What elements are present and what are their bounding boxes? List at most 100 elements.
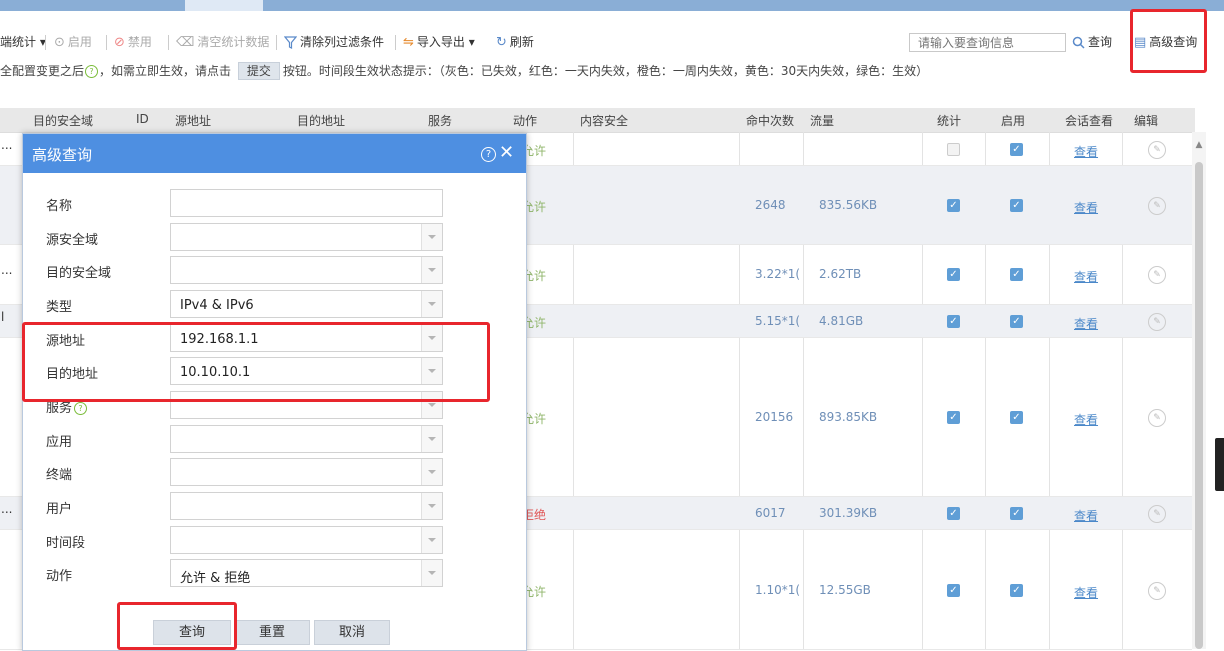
edit-icon[interactable]: ✎ (1148, 266, 1166, 284)
submit-button[interactable]: 提交 (237, 62, 280, 80)
view-session-link[interactable]: 查看 (1074, 199, 1098, 216)
side-widget[interactable] (1215, 438, 1224, 491)
chevron-down-icon[interactable] (421, 426, 442, 452)
clear-filter-button[interactable]: 清除列过滤条件 (284, 34, 384, 50)
help-icon[interactable]: ? (74, 402, 88, 415)
chevron-down-icon[interactable] (421, 493, 442, 519)
reset-button[interactable]: 重置 (234, 620, 310, 645)
column-header[interactable]: 目的安全域 (33, 112, 93, 129)
chevron-down-icon[interactable] (421, 224, 442, 250)
view-session-link[interactable]: 查看 (1074, 143, 1098, 160)
disable-button[interactable]: ⊘ 禁用 (114, 34, 152, 50)
row-lead-cell: ... (1, 263, 13, 277)
scroll-up-arrow[interactable]: ▲ (1192, 140, 1206, 150)
chevron-down-icon[interactable] (421, 325, 442, 351)
close-icon[interactable]: ✕ (499, 143, 514, 163)
edit-icon[interactable]: ✎ (1148, 505, 1166, 523)
column-header[interactable]: 流量 (810, 112, 834, 129)
help-icon[interactable]: ? (85, 65, 99, 78)
edit-icon[interactable]: ✎ (1148, 582, 1166, 600)
stat-checkbox-icon[interactable]: ✓ (947, 268, 960, 281)
view-session-link[interactable]: 查看 (1074, 315, 1098, 332)
enabled-checkbox-icon[interactable]: ✓ (1010, 268, 1023, 281)
edit-icon[interactable]: ✎ (1148, 313, 1166, 331)
scrollbar-thumb[interactable] (1195, 162, 1203, 649)
stat-checkbox-icon[interactable]: ✓ (947, 199, 960, 212)
field-select[interactable] (170, 256, 443, 284)
edit-icon[interactable]: ✎ (1148, 141, 1166, 159)
column-header[interactable]: 内容安全 (580, 112, 628, 129)
edit-icon[interactable]: ✎ (1148, 197, 1166, 215)
filter-icon (284, 36, 297, 49)
stat-checkbox-icon[interactable] (947, 143, 960, 156)
field-label-text: 目的安全域 (46, 266, 112, 281)
column-header[interactable]: 目的地址 (297, 112, 345, 129)
column-header[interactable]: 启用 (1001, 112, 1025, 129)
column-header[interactable]: 会话查看 (1065, 112, 1113, 129)
chevron-down-icon[interactable] (421, 459, 442, 485)
stat-checkbox-icon[interactable]: ✓ (947, 411, 960, 424)
chevron-down-icon[interactable] (421, 527, 442, 553)
field-select[interactable] (170, 492, 443, 520)
search-button[interactable]: 查询 (1072, 34, 1112, 50)
cancel-button[interactable]: 取消 (314, 620, 390, 645)
field-select[interactable] (170, 391, 443, 419)
enabled-checkbox-icon[interactable]: ✓ (1010, 315, 1023, 328)
traffic-cell: 2.62TB (819, 267, 862, 281)
enabled-checkbox-icon[interactable]: ✓ (1010, 199, 1023, 212)
field-label: 应用 (46, 431, 72, 450)
clear-filter-label: 清除列过滤条件 (300, 35, 385, 49)
advanced-query-button[interactable]: ▤ 高级查询 (1134, 34, 1197, 50)
column-header[interactable]: 命中次数 (746, 112, 794, 129)
refresh-button[interactable]: ↻ 刷新 (496, 34, 534, 50)
field-label: 源安全域 (46, 229, 98, 248)
chevron-down-icon[interactable] (421, 560, 442, 586)
stat-checkbox-icon[interactable]: ✓ (947, 315, 960, 328)
field-value: 10.10.10.1 (180, 365, 251, 380)
field-select[interactable]: 192.168.1.1 (170, 324, 443, 352)
enabled-checkbox-icon[interactable]: ✓ (1010, 584, 1023, 597)
toolbar-divider (395, 35, 396, 50)
field-label-text: 源安全域 (46, 233, 99, 248)
view-session-link[interactable]: 查看 (1074, 584, 1098, 601)
field-select[interactable] (170, 526, 443, 554)
column-header[interactable]: ID (136, 112, 149, 126)
field-select[interactable] (170, 425, 443, 453)
chevron-down-icon[interactable] (421, 257, 442, 283)
field-select[interactable] (170, 223, 443, 251)
field-select[interactable]: IPv4 & IPv6 (170, 290, 443, 318)
help-icon[interactable]: ? (481, 147, 496, 162)
query-button[interactable]: 查询 (153, 620, 231, 645)
field-label: 目的地址 (46, 363, 98, 382)
field-select[interactable]: 10.10.10.1 (170, 357, 443, 385)
stat-checkbox-icon[interactable]: ✓ (947, 507, 960, 520)
stat-checkbox-icon[interactable]: ✓ (947, 584, 960, 597)
stats-menu[interactable]: 端统计 ▾ (0, 34, 46, 50)
view-session-link[interactable]: 查看 (1074, 411, 1098, 428)
field-select[interactable] (170, 458, 443, 486)
enabled-checkbox-icon[interactable]: ✓ (1010, 411, 1023, 424)
column-header[interactable]: 统计 (937, 112, 961, 129)
chevron-down-icon[interactable] (421, 358, 442, 384)
edit-icon[interactable]: ✎ (1148, 409, 1166, 427)
view-session-link[interactable]: 查看 (1074, 507, 1098, 524)
column-header[interactable]: 源地址 (175, 112, 211, 129)
column-header[interactable]: 服务 (428, 112, 452, 129)
import-export-menu[interactable]: ⇋ 导入导出 ▾ (403, 34, 475, 50)
enable-button[interactable]: ⊙ 启用 (54, 34, 92, 50)
enabled-checkbox-icon[interactable]: ✓ (1010, 143, 1023, 156)
chevron-down-icon[interactable] (421, 392, 442, 418)
field-label: 动作 (46, 565, 72, 584)
search-input[interactable] (909, 33, 1066, 52)
hint-text-middle: ，如需立即生效，请点击 (99, 64, 232, 78)
enabled-checkbox-icon[interactable]: ✓ (1010, 507, 1023, 520)
dialog-title-bar: 高级查询 ? ✕ (23, 134, 526, 173)
column-header[interactable]: 动作 (513, 112, 537, 129)
active-tab[interactable] (185, 0, 263, 11)
clear-stats-button[interactable]: ⌫ 清空统计数据 (176, 34, 269, 50)
column-header[interactable]: 编辑 (1134, 112, 1158, 129)
field-select[interactable]: 允许 & 拒绝 (170, 559, 443, 587)
chevron-down-icon[interactable] (421, 291, 442, 317)
view-session-link[interactable]: 查看 (1074, 268, 1098, 285)
field-input[interactable] (170, 189, 443, 217)
